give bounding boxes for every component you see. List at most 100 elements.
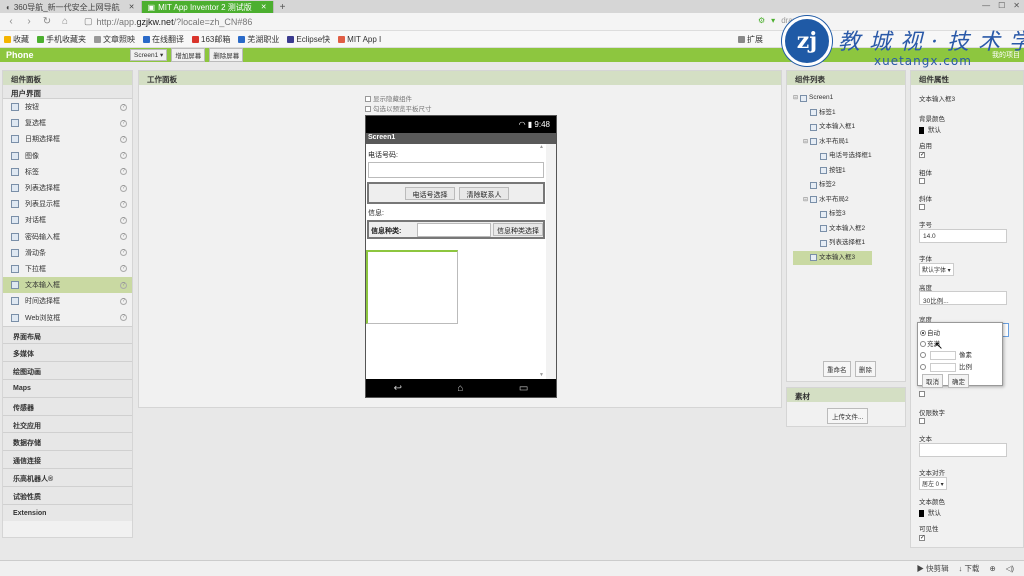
palette-category[interactable]: 社交应用 — [3, 414, 132, 433]
help-icon[interactable]: ? — [120, 200, 127, 208]
palette-item[interactable]: 下拉框? — [3, 261, 132, 277]
palette-item[interactable]: 密码输入框? — [3, 229, 132, 245]
phone-number-textbox[interactable] — [368, 162, 544, 178]
collapse-toggle-icon[interactable]: ⊟ — [803, 193, 810, 208]
help-icon[interactable]: ? — [120, 297, 127, 305]
palette-item[interactable]: 文本输入框? — [3, 277, 132, 294]
help-icon[interactable]: ? — [120, 103, 127, 111]
help-icon[interactable]: ? — [120, 281, 127, 289]
bookmark-mobile[interactable]: 手机收藏夹 — [37, 34, 86, 45]
scroll-down-icon[interactable]: ▼ — [539, 372, 544, 378]
italic-checkbox[interactable] — [919, 204, 925, 212]
text-input[interactable] — [919, 443, 1007, 457]
bg-color-picker[interactable]: 默认 — [919, 124, 941, 134]
close-icon[interactable]: ✕ — [129, 3, 135, 11]
help-icon[interactable]: ? — [120, 135, 127, 143]
maximize-icon[interactable]: ☐ — [998, 1, 1005, 10]
close-icon[interactable]: ✕ — [261, 3, 267, 11]
palette-item[interactable]: 按钮? — [3, 99, 132, 115]
bookmark-wuhu[interactable]: 芜湖职业 — [238, 34, 279, 45]
help-icon[interactable]: ? — [120, 249, 127, 257]
phone-number-label[interactable]: 电话号码: — [368, 150, 398, 160]
palette-item[interactable]: 滑动条? — [3, 245, 132, 261]
url-field[interactable]: ▢ http://app.gzjkw.net/?locale=zh_CN#86 — [84, 16, 252, 27]
zoom-icon[interactable]: ⊕ — [989, 564, 995, 573]
collapse-toggle-icon[interactable]: ⊟ — [793, 91, 800, 106]
delete-button[interactable]: 删除 — [855, 361, 876, 377]
browser-tab-nav360[interactable]: ◐ 360导航_新一代安全上网导航 ✕ — [0, 1, 142, 13]
radio-icon[interactable] — [920, 330, 926, 337]
show-hidden-option[interactable]: 显示隐藏组件 — [365, 95, 432, 105]
palette-category[interactable]: Extension — [3, 503, 132, 522]
tree-node[interactable]: 文本输入框1 — [793, 120, 872, 135]
dropdown-icon[interactable]: ▾ — [771, 16, 775, 25]
palette-category[interactable]: 绘图动画 — [3, 361, 132, 380]
palette-category[interactable]: 乐高机器人® — [3, 468, 132, 486]
tree-node[interactable]: 文本输入框2 — [793, 222, 872, 237]
palette-category[interactable]: 通信连接 — [3, 450, 132, 468]
palette-item[interactable]: 日期选择框? — [3, 131, 132, 147]
palette-item[interactable]: 列表选择框? — [3, 180, 132, 196]
palette-category[interactable]: Maps — [3, 379, 132, 397]
width-auto-option[interactable]: 自动 — [920, 327, 940, 337]
phone-picker-button[interactable]: 电话号选择 — [405, 187, 455, 200]
tree-node[interactable]: 按钮1 — [793, 164, 872, 179]
message-textbox[interactable] — [417, 223, 491, 237]
cancel-button[interactable]: 取消 — [922, 374, 943, 388]
help-icon[interactable]: ? — [120, 119, 127, 127]
bookmark-163mail[interactable]: 163邮箱 — [192, 34, 230, 45]
help-icon[interactable]: ? — [120, 233, 127, 241]
text-color-picker[interactable]: 默认 — [919, 507, 941, 517]
font-select[interactable]: 默认字体 ▾ — [919, 263, 954, 276]
help-icon[interactable]: ? — [120, 216, 127, 224]
palette-item[interactable]: Web浏览框? — [3, 309, 132, 325]
width-percent-option[interactable]: 比例 — [920, 361, 972, 372]
tree-node[interactable]: 电话号选择框1 — [793, 149, 872, 164]
palette-item[interactable]: 图像? — [3, 148, 132, 164]
palette-item[interactable]: 标签? — [3, 164, 132, 180]
palette-category[interactable]: 数据存储 — [3, 432, 132, 451]
palette-item[interactable]: 时间选择框? — [3, 293, 132, 309]
width-pixels-option[interactable]: 像素 — [920, 349, 972, 360]
radio-icon[interactable] — [920, 352, 926, 359]
ok-button[interactable]: 确定 — [948, 374, 969, 388]
tree-node[interactable]: 标签2 — [793, 178, 872, 193]
horizontal-arrangement-1[interactable]: 电话号选择 清除联系人 — [367, 182, 545, 204]
numbers-only-checkbox[interactable] — [919, 418, 925, 426]
bookmark-favorites[interactable]: 收藏 — [4, 34, 29, 45]
tree-node[interactable]: 标签3 — [793, 207, 872, 222]
bookmark-mitapp[interactable]: MIT App I — [338, 35, 381, 44]
palette-category[interactable]: 界面布局 — [3, 325, 132, 344]
multiline-textbox-3[interactable] — [366, 250, 458, 324]
message-label[interactable]: 信息: — [368, 208, 384, 218]
minimize-icon[interactable]: — — [982, 1, 990, 10]
bookmark-translate[interactable]: 在线翻译 — [143, 34, 184, 45]
extensions-button[interactable]: 扩展 — [738, 34, 763, 45]
new-tab-button[interactable]: + — [274, 2, 292, 13]
help-icon[interactable]: ? — [120, 168, 127, 176]
browser-tab-appinventor[interactable]: ▣ MIT App Inventor 2 测试版 ✕ — [141, 1, 274, 13]
help-icon[interactable]: ? — [120, 184, 127, 192]
sound-icon[interactable]: ◁) — [1006, 564, 1014, 573]
bookmark-articles[interactable]: 文章照映 — [94, 34, 135, 45]
hidden-checkbox[interactable] — [919, 391, 925, 399]
speed-edit-item[interactable]: ▶ 快剪辑 — [917, 563, 949, 574]
screen-select[interactable]: Screen1 ▾ — [130, 49, 168, 61]
tree-node[interactable]: 文本输入框3 — [793, 250, 872, 265]
bold-checkbox[interactable] — [919, 178, 925, 186]
remove-screen-button[interactable]: 删除屏幕 — [209, 48, 244, 62]
tablet-preview-option[interactable]: 勾选以预览平板尺寸 — [365, 105, 432, 115]
upload-file-button[interactable]: 上传文件... — [827, 408, 869, 424]
height-input[interactable]: 30比例... — [919, 291, 1007, 305]
radio-icon[interactable] — [920, 364, 926, 371]
forward-icon[interactable]: › — [24, 16, 34, 27]
palette-item[interactable]: 列表显示框? — [3, 196, 132, 212]
percent-input[interactable] — [930, 362, 956, 372]
palette-item[interactable]: 复选框? — [3, 115, 132, 131]
add-screen-button[interactable]: 增加屏幕 — [171, 48, 206, 62]
bookmark-eclipse[interactable]: Eclipse快 — [287, 34, 330, 45]
horizontal-arrangement-2[interactable]: 信息种类: 信息种类选择 — [367, 220, 545, 239]
tree-node[interactable]: ⊟ Screen1 — [793, 91, 872, 106]
clear-contact-button[interactable]: 清除联系人 — [459, 187, 509, 200]
download-item[interactable]: ↓ 下载 — [959, 563, 980, 574]
